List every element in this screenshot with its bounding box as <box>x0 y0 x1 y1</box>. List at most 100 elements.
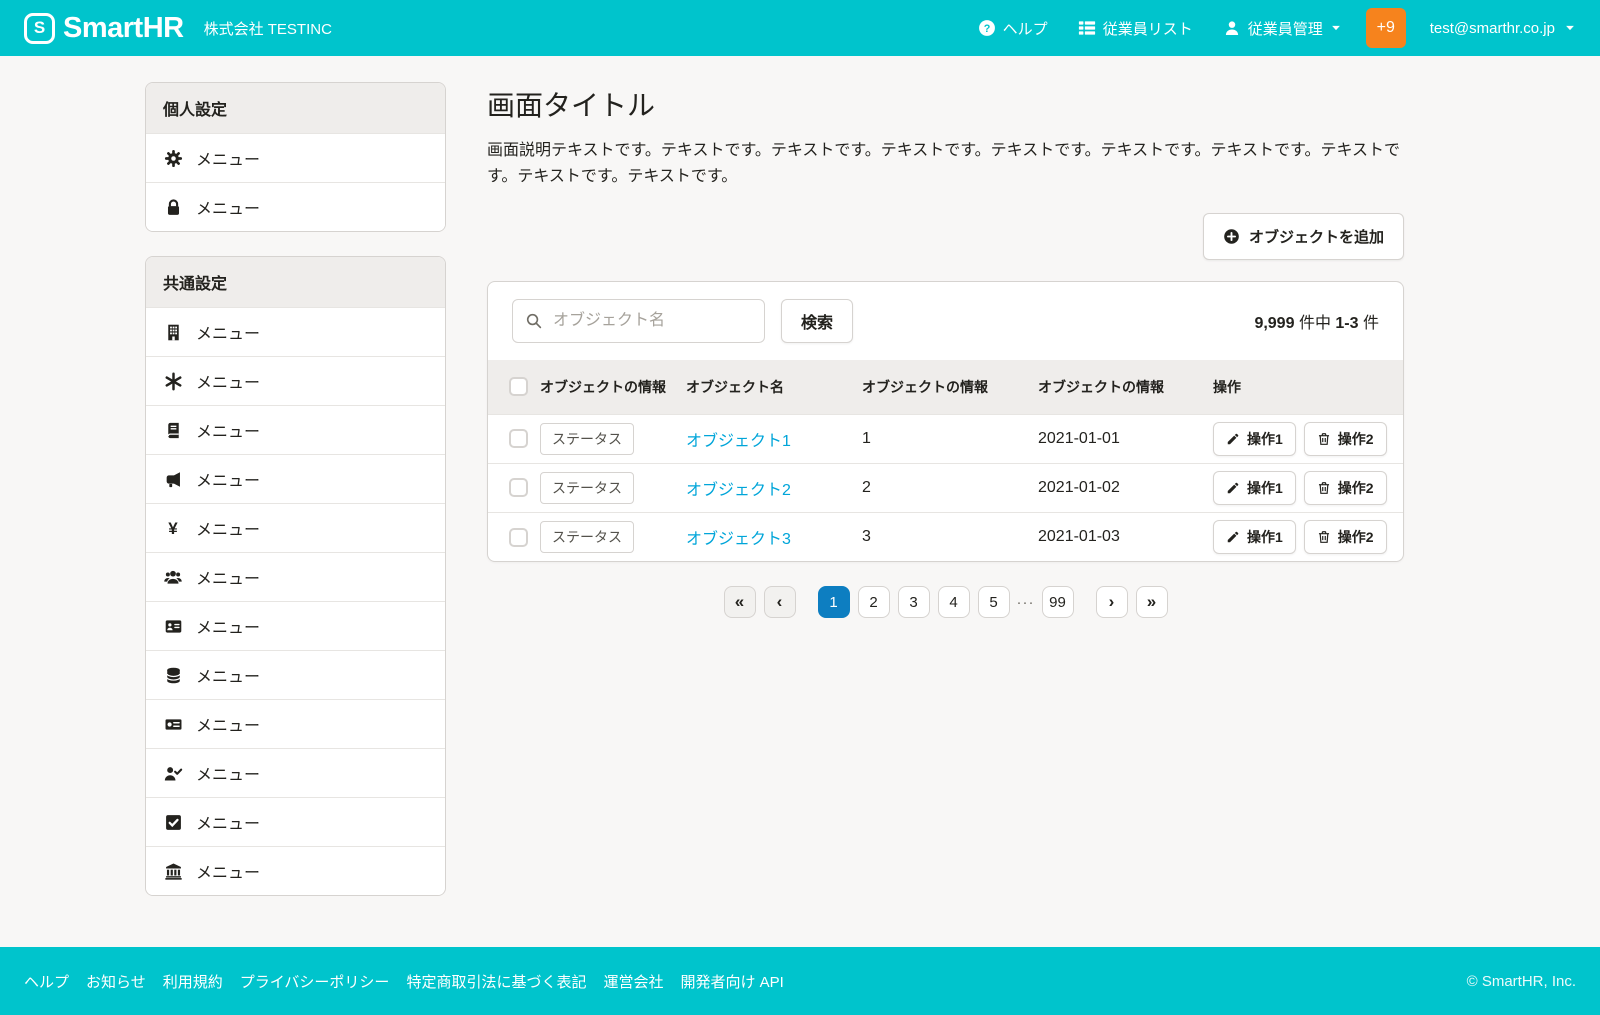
sidebar-item[interactable]: メニュー <box>146 748 445 797</box>
column-header: オブジェクト名 <box>686 360 862 415</box>
nav-item-help[interactable]: ? ヘルプ <box>978 18 1048 39</box>
column-header: オブジェクトの情報 <box>862 360 1038 415</box>
nav-item-employee-admin[interactable]: 従業員管理 <box>1223 18 1342 39</box>
nav-item-employee-list[interactable]: 従業員リスト <box>1078 18 1193 39</box>
pagination-page-button[interactable]: 1 <box>818 586 850 618</box>
sidebar-item-label: メニュー <box>196 761 260 785</box>
sidebar-item-label: メニュー <box>196 859 260 883</box>
pencil-icon <box>1226 481 1240 495</box>
column-header: 操作 <box>1213 360 1403 415</box>
sidebar-item-label: メニュー <box>196 369 260 393</box>
pagination-page-button[interactable]: 4 <box>938 586 970 618</box>
row-action-label: 操作2 <box>1338 478 1374 498</box>
notification-badge[interactable]: +9 <box>1366 8 1406 48</box>
status-badge: ステータス <box>540 472 634 504</box>
bank-icon <box>163 861 183 881</box>
sidebar-item[interactable]: メニュー <box>146 356 445 405</box>
smarthr-logo[interactable]: S SmartHR <box>24 12 184 45</box>
sidebar-item[interactable]: メニュー <box>146 405 445 454</box>
app-header: S SmartHR 株式会社 TESTINC ?ヘルプ従業員リスト従業員管理 +… <box>0 0 1600 56</box>
footer-link[interactable]: お知らせ <box>86 971 146 992</box>
table-row: ステータスオブジェクト3 32021-01-03操作1 操作2 <box>488 512 1403 561</box>
sidebar-section-title: 共通設定 <box>146 257 445 307</box>
table-row: ステータスオブジェクト112021-01-01操作1操作2 <box>488 414 1403 463</box>
row-action-button[interactable]: 操作2 <box>1304 471 1387 505</box>
object-link[interactable]: オブジェクト3 <box>686 531 791 548</box>
sidebar-item[interactable]: メニュー <box>146 182 445 231</box>
nav-item-label: 従業員リスト <box>1103 18 1193 39</box>
row-action-button[interactable]: 操作2 <box>1304 520 1387 554</box>
sidebar-item[interactable]: メニュー <box>146 307 445 356</box>
footer-link[interactable]: 特定商取引法に基づく表記 <box>406 971 586 992</box>
footer-link[interactable]: 開発者向け API <box>680 971 783 992</box>
sidebar-item[interactable]: メニュー <box>146 133 445 182</box>
pagination-prev-button[interactable]: ‹ <box>764 586 796 618</box>
sidebar-item[interactable]: メニュー <box>146 846 445 895</box>
name-cell: オブジェクト1 <box>686 414 862 463</box>
row-select-cell <box>488 463 540 512</box>
row-select-cell <box>488 414 540 463</box>
megaphone-icon <box>163 469 183 489</box>
id-card-icon <box>163 616 183 636</box>
account-menu[interactable]: test@smarthr.co.jp <box>1430 20 1576 37</box>
page-title: 画面タイトル <box>487 84 1404 124</box>
sidebar-item[interactable]: メニュー <box>146 601 445 650</box>
info2-cell: 2021-01-03 <box>1038 512 1213 561</box>
sidebar-item-label: メニュー <box>196 516 260 540</box>
sidebar-item[interactable]: メニュー <box>146 797 445 846</box>
help-circle-icon: ? <box>978 19 996 37</box>
gear-icon <box>163 148 183 168</box>
select-all-checkbox[interactable] <box>509 377 528 396</box>
sidebar-item[interactable]: ¥ メニュー <box>146 503 445 552</box>
sidebar-section: 共通設定メニューメニューメニューメニュー¥メニューメニューメニューメニューメニュ… <box>145 256 446 896</box>
pagination-next-button[interactable]: › <box>1096 586 1128 618</box>
yen-icon: ¥ <box>163 518 183 538</box>
footer-link[interactable]: 運営会社 <box>603 971 663 992</box>
pagination-page-button[interactable]: 3 <box>898 586 930 618</box>
status-cell: ステータス <box>540 512 686 561</box>
row-action-button[interactable]: 操作1 <box>1213 422 1296 456</box>
pagination-last-button[interactable]: » <box>1136 586 1168 618</box>
sidebar-item[interactable]: メニュー <box>146 454 445 503</box>
search-button[interactable]: 検索 <box>781 299 853 343</box>
info1-cell: 3 <box>862 512 1038 561</box>
sidebar-item-label: メニュー <box>196 467 260 491</box>
footer-link[interactable]: 利用規約 <box>163 971 223 992</box>
footer-link[interactable]: ヘルプ <box>24 971 69 992</box>
money-check-icon <box>163 714 183 734</box>
chevron-down-icon <box>1564 22 1576 34</box>
object-table-head: オブジェクトの情報オブジェクト名オブジェクトの情報オブジェクトの情報操作 <box>488 360 1403 415</box>
user-icon <box>1223 19 1241 37</box>
search-input[interactable] <box>512 299 765 343</box>
pagination-page-button[interactable]: 99 <box>1042 586 1074 618</box>
object-link[interactable]: オブジェクト1 <box>686 433 791 450</box>
pagination-page-button[interactable]: 2 <box>858 586 890 618</box>
row-checkbox[interactable] <box>509 478 528 497</box>
row-action-button[interactable]: 操作1 <box>1213 471 1296 505</box>
row-action-button[interactable]: 操作2 <box>1304 422 1387 456</box>
sidebar-item[interactable]: メニュー <box>146 650 445 699</box>
asterisk-icon <box>163 371 183 391</box>
sidebar-item[interactable]: メニュー <box>146 552 445 601</box>
row-checkbox[interactable] <box>509 429 528 448</box>
header-nav: ? ヘルプ 従業員リスト 従業員管理 <box>978 18 1342 39</box>
chevron-down-icon <box>1330 22 1342 34</box>
account-email: test@smarthr.co.jp <box>1430 20 1555 37</box>
sidebar-item[interactable]: メニュー <box>146 699 445 748</box>
add-object-button[interactable]: オブジェクトを追加 <box>1203 213 1404 260</box>
sidebar-section: 個人設定メニューメニュー <box>145 82 446 232</box>
pagination-page-button[interactable]: 5 <box>978 586 1010 618</box>
sidebar-item-label: メニュー <box>196 565 260 589</box>
nav-item-label: ヘルプ <box>1003 18 1048 39</box>
object-link[interactable]: オブジェクト2 <box>686 482 791 499</box>
row-checkbox[interactable] <box>509 528 528 547</box>
row-action-label: 操作2 <box>1338 527 1374 547</box>
table-row: ステータスオブジェクト222021-01-02操作1操作2 <box>488 463 1403 512</box>
row-action-button[interactable]: 操作1 <box>1213 520 1296 554</box>
users-icon <box>163 567 183 587</box>
footer-link[interactable]: プライバシーポリシー <box>240 971 390 992</box>
result-count: 9,999 件中 1-3 件 <box>1254 309 1379 333</box>
pagination-first-button[interactable]: « <box>724 586 756 618</box>
info1-cell: 1 <box>862 414 1038 463</box>
actions-cell: 操作1操作2 <box>1213 414 1403 463</box>
